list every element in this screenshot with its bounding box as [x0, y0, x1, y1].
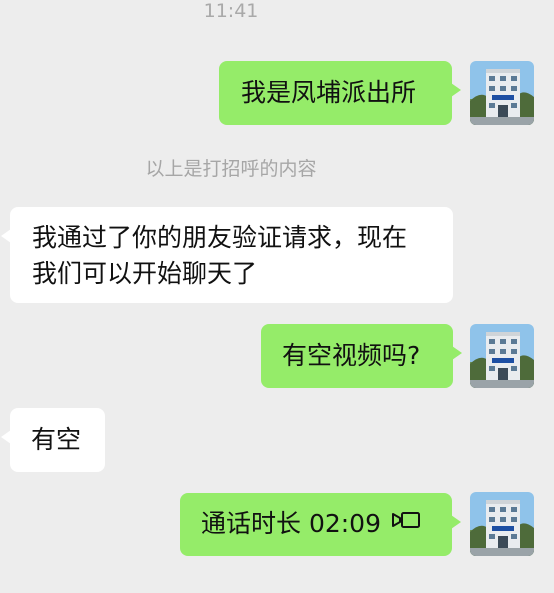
call-record-bubble[interactable]: 通话时长 02:09	[180, 493, 461, 556]
status-time: 11:41	[203, 0, 259, 22]
message-text: 有空视频吗?	[282, 341, 421, 370]
message-text-line: 我通过了你的朋友验证请求，现在	[32, 223, 408, 252]
police-station-building-avatar-icon	[470, 324, 534, 388]
contact-avatar[interactable]	[470, 492, 534, 556]
chat-screen: 11:41 我是凤埔派出所 以上是打招呼的内容 我通过了你的朋友验证请求，现在	[0, 0, 554, 593]
contact-avatar[interactable]	[470, 324, 534, 388]
call-duration-text: 通话时长 02:09	[201, 509, 381, 538]
police-station-building-avatar-icon	[470, 492, 534, 556]
video-call-icon	[391, 504, 421, 540]
message-text: 有空	[31, 425, 82, 454]
message-text: 我是凤埔派出所	[241, 78, 417, 107]
police-station-building-avatar-icon	[470, 61, 534, 125]
incoming-message-bubble[interactable]: 有空	[1, 408, 105, 472]
outgoing-message-bubble[interactable]: 有空视频吗?	[261, 324, 462, 388]
incoming-message-bubble[interactable]: 我通过了你的朋友验证请求，现在 我们可以开始聊天了	[1, 207, 453, 303]
message-text-line: 我们可以开始聊天了	[32, 259, 258, 288]
outgoing-message-bubble[interactable]: 我是凤埔派出所	[219, 61, 461, 125]
system-notice: 以上是打招呼的内容	[145, 158, 317, 180]
contact-avatar[interactable]	[470, 61, 534, 125]
